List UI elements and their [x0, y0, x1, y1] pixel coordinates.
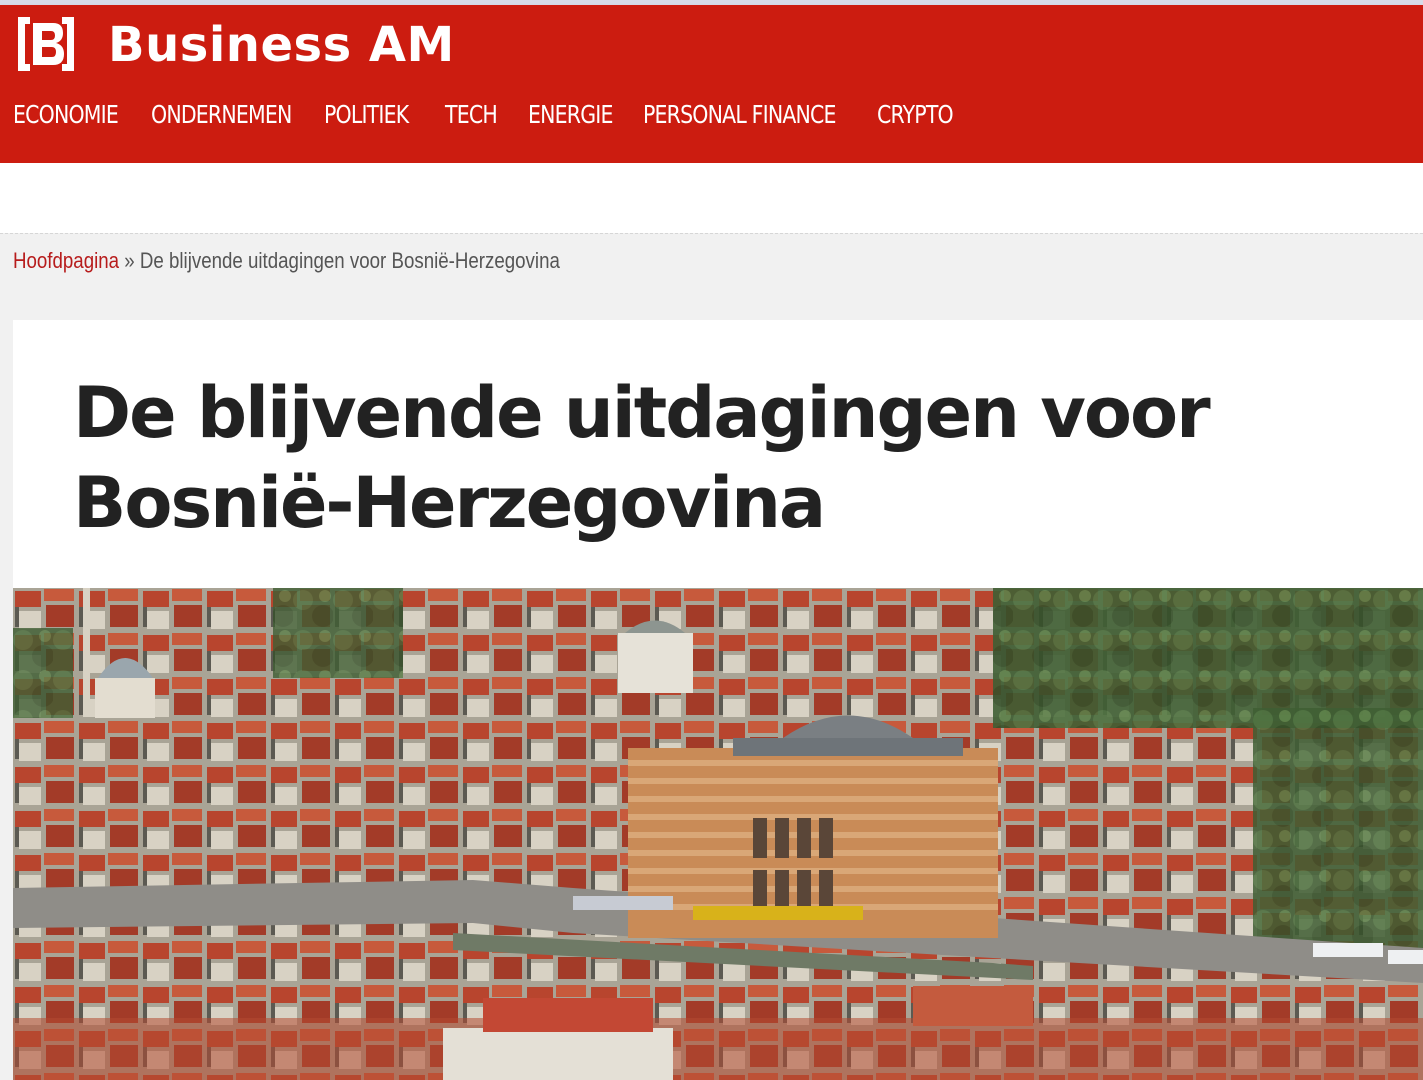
- city-photo-icon: [13, 588, 1423, 1080]
- nav-item-crypto[interactable]: CRYPTO: [877, 95, 954, 135]
- breadcrumb-current: De blijvende uitdagingen voor Bosnië-Her…: [139, 248, 560, 273]
- nav-item-ondernemen[interactable]: ONDERNEMEN: [151, 95, 292, 135]
- article-card: De blijvende uitdagingen voor Bosnië-Her…: [13, 320, 1423, 1080]
- nav-item-personal-finance[interactable]: PERSONAL FINANCE: [643, 95, 837, 135]
- ad-space: [0, 163, 1423, 233]
- article-title: De blijvende uitdagingen voor Bosnië-Her…: [73, 372, 1211, 544]
- logo[interactable]: [12, 11, 80, 77]
- divider: [0, 233, 1423, 234]
- nav-item-politiek[interactable]: POLITIEK: [324, 95, 409, 135]
- breadcrumb: Hoofdpagina » De blijvende uitdagingen v…: [13, 248, 560, 274]
- breadcrumb-separator: »: [124, 248, 135, 273]
- nav-item-economie[interactable]: ECONOMIE: [13, 95, 119, 135]
- logo-icon: [12, 11, 80, 77]
- hero-image: [13, 588, 1423, 1080]
- nav-item-energie[interactable]: ENERGIE: [528, 95, 613, 135]
- breadcrumb-home-link[interactable]: Hoofdpagina: [13, 248, 119, 273]
- brand-name[interactable]: Business AM: [108, 15, 455, 75]
- nav-item-tech[interactable]: TECH: [445, 95, 498, 135]
- site-header: Business AM ECONOMIE ONDERNEMEN POLITIEK…: [0, 5, 1423, 163]
